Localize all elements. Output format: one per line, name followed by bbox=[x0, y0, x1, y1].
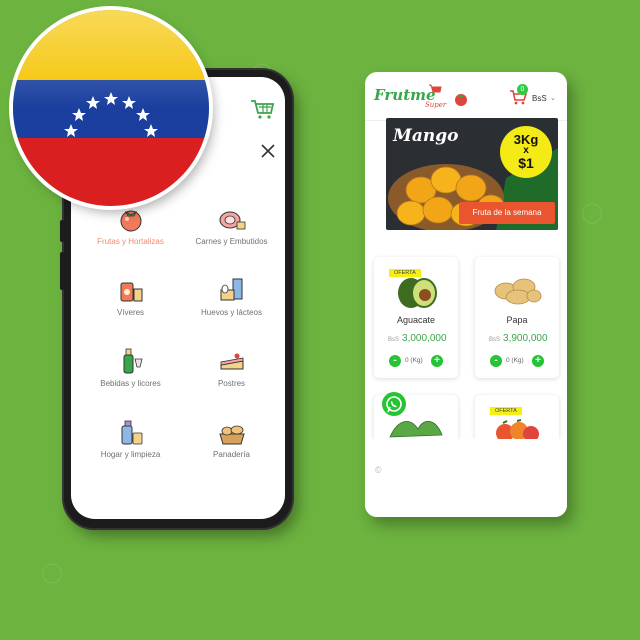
price-currency: BsS bbox=[388, 337, 400, 343]
category-viveres[interactable]: Víveres bbox=[77, 276, 184, 336]
price-currency: BsS bbox=[489, 337, 501, 343]
category-carnes[interactable]: Carnes y Embutidos bbox=[178, 205, 285, 265]
app-logo-sub: Super bbox=[425, 101, 447, 109]
qty-value: 0 (Kg) bbox=[506, 357, 524, 364]
app-header: Frutme Super 0 BsS ⌄ bbox=[365, 72, 567, 121]
ham-icon bbox=[219, 211, 245, 230]
increase-qty-button[interactable]: + bbox=[532, 355, 544, 367]
potato-image bbox=[494, 278, 542, 305]
dairy-icon bbox=[220, 278, 242, 301]
category-postres[interactable]: Postres bbox=[178, 347, 285, 407]
cake-icon bbox=[220, 353, 243, 370]
category-label: Víveres bbox=[116, 308, 145, 317]
price-value: 3,900,000 bbox=[503, 333, 548, 344]
cart-count-badge: 0 bbox=[517, 84, 528, 95]
category-label: Bebidas y licores bbox=[100, 379, 161, 388]
phone-side-button bbox=[60, 220, 64, 242]
category-label: Panadería bbox=[213, 450, 250, 459]
avocado-image bbox=[398, 278, 437, 308]
category-bebidas[interactable]: Bebidas y licores bbox=[77, 347, 184, 407]
category-frutas[interactable]: Frutas y Hortalizas bbox=[77, 205, 184, 265]
banner-title: Mango bbox=[393, 126, 459, 146]
promo-badge: 3Kg x $1 bbox=[500, 126, 552, 178]
currency-selector[interactable]: BsS bbox=[532, 94, 547, 103]
copyright-icon: © bbox=[375, 465, 382, 475]
close-icon[interactable] bbox=[260, 143, 276, 159]
product-card-papa[interactable]: Papa BsS 3,900,000 - 0 (Kg) + bbox=[475, 257, 559, 378]
category-label: Postres bbox=[217, 379, 246, 388]
product-name: Papa bbox=[506, 315, 528, 325]
tomato-icon bbox=[120, 210, 141, 232]
category-panaderia[interactable]: Panadería bbox=[178, 418, 285, 478]
watermark: ◯ bbox=[35, 556, 67, 588]
offer-badge: OFERTA bbox=[490, 407, 522, 415]
category-hogar[interactable]: Hogar y limpieza bbox=[77, 418, 184, 478]
promo-line3: $1 bbox=[518, 155, 534, 171]
right-phone: Frutme Super 0 BsS ⌄ Mango 3Kg x $1 Frut… bbox=[365, 72, 567, 517]
chevron-down-icon[interactable]: ⌄ bbox=[550, 94, 556, 102]
product-card-aguacate[interactable]: OFERTA Aguacate BsS 3,000,000 - 0 (Kg) + bbox=[374, 257, 458, 378]
promo-banner[interactable]: Mango 3Kg x $1 Fruta de la semana bbox=[386, 118, 558, 230]
cleaning-icon bbox=[121, 420, 142, 445]
bottom-area bbox=[365, 439, 567, 517]
product-card-peppers[interactable]: OFERTA bbox=[475, 395, 559, 439]
category-label: Carnes y Embutidos bbox=[195, 237, 268, 246]
groceries-icon bbox=[120, 282, 142, 302]
category-label: Hogar y limpieza bbox=[100, 450, 161, 459]
bread-icon bbox=[218, 425, 245, 445]
logo-cart-icon bbox=[429, 84, 442, 93]
category-label: Huevos y lácteos bbox=[201, 308, 262, 317]
increase-qty-button[interactable]: + bbox=[431, 355, 443, 367]
drinks-icon bbox=[123, 348, 143, 374]
qty-value: 0 (Kg) bbox=[405, 357, 423, 364]
product-price: BsS 3,900,000 bbox=[489, 333, 548, 344]
whatsapp-icon[interactable] bbox=[382, 392, 406, 416]
phone-side-button bbox=[60, 252, 64, 290]
watermark: ◯ bbox=[575, 196, 607, 228]
cart-icon[interactable] bbox=[249, 98, 275, 120]
product-price: BsS 3,000,000 bbox=[388, 333, 447, 344]
product-name: Aguacate bbox=[396, 315, 436, 325]
decrease-qty-button[interactable]: - bbox=[389, 355, 401, 367]
tomato-icon bbox=[455, 94, 467, 106]
fruit-of-week-button[interactable]: Fruta de la semana bbox=[459, 202, 555, 224]
venezuela-flag-icon bbox=[13, 10, 209, 206]
price-value: 3,000,000 bbox=[402, 333, 447, 344]
greens-image bbox=[389, 421, 443, 438]
category-huevos[interactable]: Huevos y lácteos bbox=[178, 276, 285, 336]
category-label: Frutas y Hortalizas bbox=[97, 237, 164, 246]
decrease-qty-button[interactable]: - bbox=[490, 355, 502, 367]
peppers-image bbox=[496, 419, 539, 439]
